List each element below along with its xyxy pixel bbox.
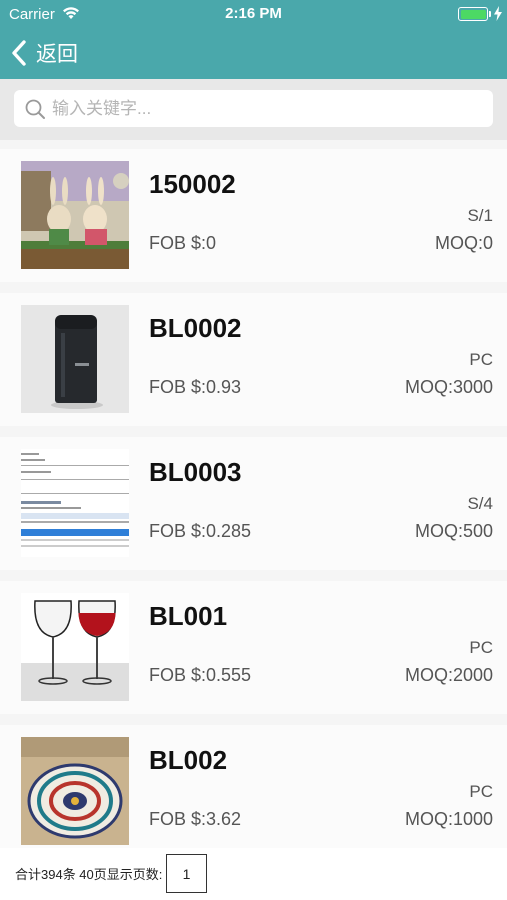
product-moq: MOQ:3000	[404, 377, 493, 397]
product-moq: MOQ:1000	[404, 809, 493, 829]
pagination-footer: 合计394条 40页显示页数:	[0, 848, 507, 900]
product-unit: PC	[469, 350, 493, 369]
search-box[interactable]	[14, 90, 493, 127]
product-code: BL0003	[149, 457, 242, 487]
product-unit: PC	[469, 638, 493, 657]
status-bar: Carrier 2:16 PM	[0, 0, 507, 28]
product-code: BL001	[149, 601, 228, 631]
product-price: FOB $:0.555	[149, 665, 252, 685]
search-input[interactable]	[52, 98, 472, 119]
pagination-summary: 合计394条 40页显示页数:	[15, 867, 163, 882]
back-button[interactable]: 返回	[10, 37, 78, 69]
product-price: FOB $:0.285	[149, 521, 252, 541]
search-area	[0, 79, 507, 140]
product-moq: MOQ:0	[434, 233, 493, 253]
charging-bolt-icon	[494, 6, 502, 21]
product-unit: PC	[469, 782, 493, 801]
product-list: 150002 S/1 FOB $:0 MOQ:0 BL0002 PC FOB $…	[0, 149, 507, 869]
product-card[interactable]: BL0003 S/4 FOB $:0.285 MOQ:500	[0, 437, 507, 570]
back-label: 返回	[36, 43, 78, 66]
nav-bar: 返回	[0, 28, 507, 79]
chevron-left-icon	[12, 40, 26, 66]
clock: 2:16 PM	[225, 5, 282, 22]
decorative-coaster-photo	[21, 737, 129, 845]
product-unit: S/4	[467, 494, 493, 513]
product-code: BL0002	[149, 313, 242, 343]
rabbit-figurines-photo	[21, 161, 129, 269]
product-unit: S/1	[467, 206, 493, 225]
product-moq: MOQ:500	[414, 521, 493, 541]
product-price: FOB $:0.93	[149, 377, 242, 397]
document-screenshot	[21, 449, 129, 557]
product-card[interactable]: 150002 S/1 FOB $:0 MOQ:0	[0, 149, 507, 282]
product-card[interactable]: BL001 PC FOB $:0.555 MOQ:2000	[0, 581, 507, 714]
page-number-input[interactable]	[166, 854, 207, 893]
wine-glasses-photo	[21, 593, 129, 701]
product-price: FOB $:3.62	[149, 809, 242, 829]
product-moq: MOQ:2000	[404, 665, 493, 685]
battery-tip	[489, 11, 491, 17]
product-code: BL002	[149, 745, 228, 775]
search-icon	[25, 99, 45, 119]
black-tube-photo	[21, 305, 129, 413]
product-card[interactable]: BL0002 PC FOB $:0.93 MOQ:3000	[0, 293, 507, 426]
product-price: FOB $:0	[149, 233, 217, 253]
product-card[interactable]: BL002 PC FOB $:3.62 MOQ:1000	[0, 725, 507, 858]
product-code: 150002	[149, 169, 236, 199]
battery-icon	[458, 7, 488, 21]
